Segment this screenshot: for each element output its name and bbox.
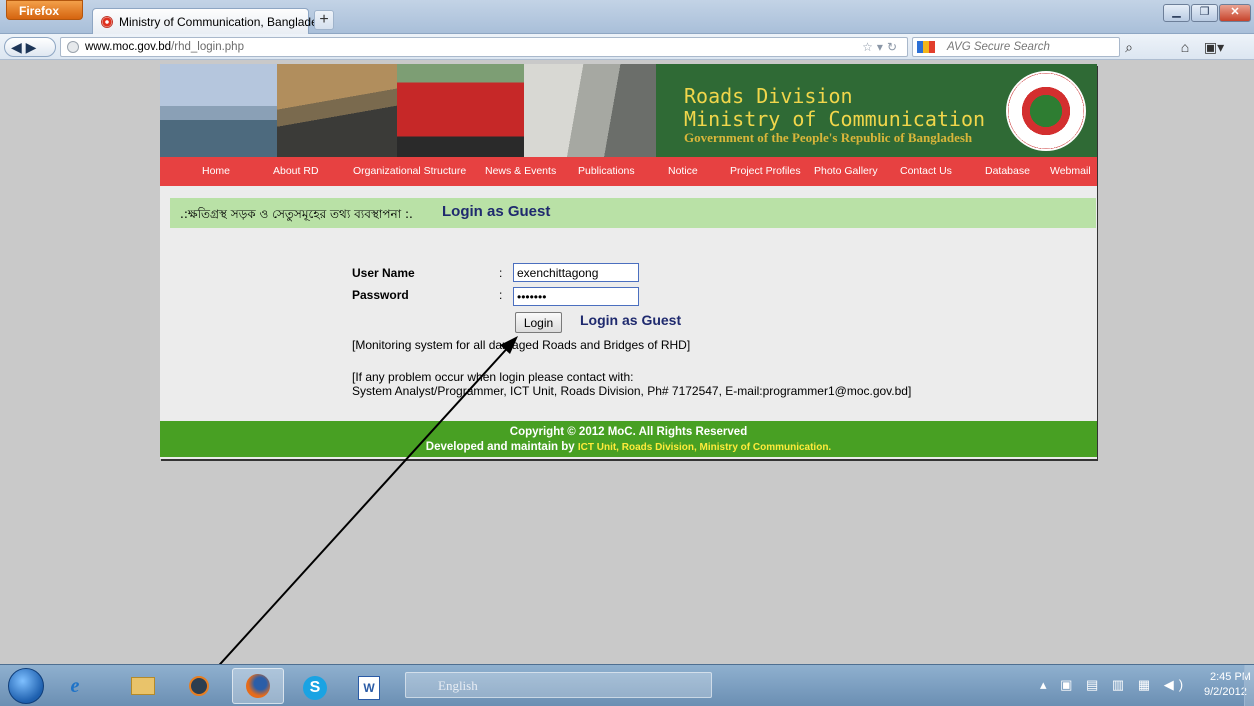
language-bar[interactable]: English — [405, 672, 712, 698]
firefox-taskbar-icon[interactable] — [232, 668, 284, 704]
contact-note-line1: [If any problem occur when login please … — [352, 370, 634, 384]
bangla-system-title: .:ক্ষতিগ্রস্থ সড়ক ও সেতুসমূহের তথ্য ব্য… — [180, 207, 413, 221]
menu-item-home[interactable]: Home — [202, 165, 230, 177]
developer-link[interactable]: ICT Unit, Roads Division, Ministry of Co… — [578, 442, 831, 453]
forward-icon[interactable]: ▶ — [26, 39, 37, 55]
menu-item-webmail[interactable]: Webmail — [1050, 165, 1091, 177]
page-footer: Copyright © 2012 MoC. All Rights Reserve… — [160, 421, 1097, 457]
copyright-text: Copyright © 2012 MoC. All Rights Reserve… — [509, 426, 748, 438]
back-icon[interactable]: ◀ — [11, 39, 22, 55]
browser-navbar: ◀ ▶ www.moc.gov.bd/rhd_login.php ☆▾↻ AVG… — [0, 34, 1254, 60]
page-title: Login as Guest — [442, 203, 551, 220]
browser-tab[interactable]: Ministry of Communication, Bangladesh — [92, 8, 330, 34]
banner-title-panel: Roads Division Ministry of Communication… — [656, 64, 1097, 157]
developer-line: Developed and maintain by ICT Unit, Road… — [160, 441, 1097, 453]
login-as-guest-link[interactable]: Login as Guest — [580, 312, 681, 328]
menu-item-database[interactable]: Database — [985, 165, 1030, 177]
menu-item-publications[interactable]: Publications — [578, 165, 635, 177]
globe-icon — [67, 41, 79, 53]
tab-title: Ministry of Communication, Bangladesh — [119, 15, 331, 29]
show-desktop-button[interactable] — [1244, 665, 1254, 706]
password-label: Password — [352, 288, 409, 302]
site-favicon-icon — [101, 16, 113, 28]
search-bar[interactable]: AVG Secure Search — [912, 37, 1120, 57]
bookmark-star-icon[interactable]: ☆▾↻ — [862, 40, 901, 54]
menu-item-project-profiles[interactable]: Project Profiles — [730, 165, 801, 177]
login-form: User Name : Password : Login Login as Gu… — [160, 254, 1097, 414]
back-forward-buttons[interactable]: ◀ ▶ — [4, 37, 56, 57]
home-icon[interactable]: ⌂ — [1176, 38, 1194, 56]
username-label: User Name — [352, 266, 415, 280]
monitoring-note: [Monitoring system for all damaged Roads… — [352, 338, 691, 352]
main-menu: Home About RD Organizational Structure N… — [160, 157, 1097, 186]
clock-date[interactable]: 9/2/2012 — [1204, 686, 1247, 698]
minimize-icon[interactable]: ▁ — [1163, 4, 1190, 22]
media-player-icon[interactable] — [176, 668, 222, 704]
bridge-photo — [160, 64, 277, 157]
menu-item-photo-gallery[interactable]: Photo Gallery — [814, 165, 878, 177]
url-text[interactable]: www.moc.gov.bd/rhd_login.php — [85, 41, 244, 53]
search-placeholder[interactable]: AVG Secure Search — [947, 41, 1050, 53]
file-explorer-icon[interactable] — [120, 668, 166, 704]
firefox-menu-button[interactable]: Firefox — [6, 0, 83, 20]
start-button-icon[interactable] — [8, 668, 44, 704]
username-colon: : — [499, 266, 503, 280]
login-button[interactable]: Login — [515, 312, 562, 333]
header-banner: Roads Division Ministry of Communication… — [160, 64, 1097, 157]
avg-icon[interactable] — [917, 41, 935, 53]
username-field[interactable] — [513, 263, 639, 282]
menu-item-organizational-structure[interactable]: Organizational Structure — [353, 165, 466, 177]
division-title: Roads Division — [684, 84, 853, 108]
password-colon: : — [499, 288, 503, 302]
government-seal-icon — [1006, 71, 1086, 151]
page-title-bar: .:ক্ষতিগ্রস্থ সড়ক ও সেতুসমূহের তথ্য ব্য… — [170, 198, 1096, 228]
new-tab-button[interactable]: + — [314, 10, 334, 30]
menu-item-contact-us[interactable]: Contact Us — [900, 165, 952, 177]
browser-titlebar: Firefox Ministry of Communication, Bangl… — [0, 0, 1254, 34]
addon-menu-icon[interactable]: ▣▾ — [1201, 38, 1227, 56]
close-icon[interactable]: ✕ — [1219, 4, 1251, 22]
menu-item-about[interactable]: About RD — [273, 165, 319, 177]
road-photo — [277, 64, 397, 157]
ministry-title: Ministry of Communication — [684, 107, 986, 131]
menu-item-news-events[interactable]: News & Events — [485, 165, 556, 177]
url-bar[interactable]: www.moc.gov.bd/rhd_login.php ☆▾↻ — [60, 37, 908, 57]
taskbar: e S W English ▴ ▣ ▤ ▥ ▦ ◀) 2:45 PM 9/2/2… — [0, 664, 1254, 706]
password-field[interactable] — [513, 287, 639, 306]
menu-item-notice[interactable]: Notice — [668, 165, 698, 177]
system-tray-icons[interactable]: ▴ ▣ ▤ ▥ ▦ ◀) — [1040, 677, 1188, 693]
site-container: Roads Division Ministry of Communication… — [160, 64, 1097, 459]
language-label[interactable]: English — [438, 678, 478, 694]
developed-by-text: Developed and maintain by — [425, 441, 578, 453]
word-icon[interactable]: W — [346, 668, 392, 704]
government-title: Government of the People's Republic of B… — [684, 130, 973, 145]
maximize-icon[interactable]: ❐ — [1191, 4, 1218, 22]
internet-explorer-icon[interactable]: e — [52, 668, 98, 704]
skype-icon[interactable]: S — [292, 668, 338, 704]
bus-photo — [397, 64, 524, 157]
contact-note-line2: System Analyst/Programmer, ICT Unit, Roa… — [352, 384, 912, 398]
search-icon[interactable]: ⌕ — [1120, 38, 1138, 56]
flyover-photo — [524, 64, 656, 157]
